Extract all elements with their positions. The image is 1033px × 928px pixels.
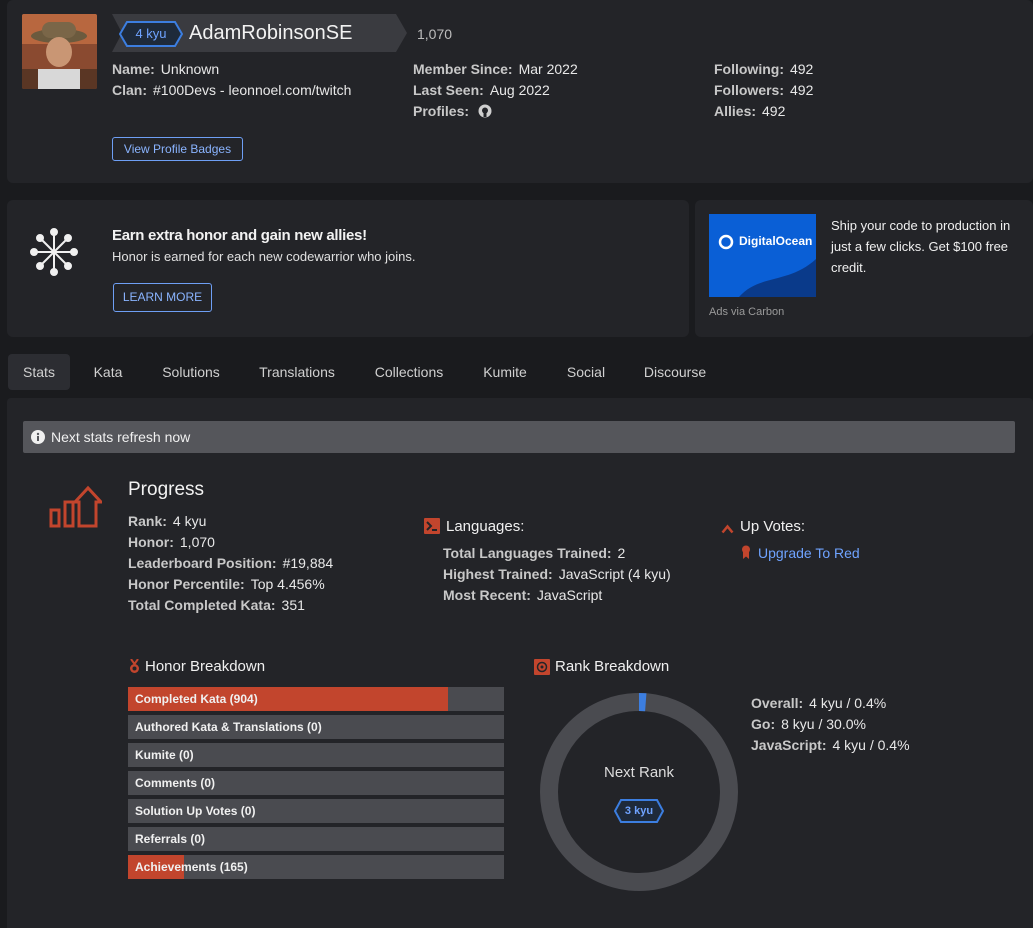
tab-discourse[interactable]: Discourse xyxy=(636,354,714,390)
following-row[interactable]: Following: 492 xyxy=(714,61,813,77)
tab-kumite[interactable]: Kumite xyxy=(474,354,536,390)
tab-translations[interactable]: Translations xyxy=(250,354,344,390)
languages-title: Languages: xyxy=(446,518,525,535)
avatar[interactable] xyxy=(22,14,97,89)
chevron-up-icon xyxy=(721,521,734,534)
honor-bar: Referrals (0) xyxy=(128,827,504,851)
learn-more-button[interactable]: LEARN MORE xyxy=(113,283,212,312)
upgrade-to-red-link[interactable]: Upgrade To Red xyxy=(758,545,860,561)
target-icon xyxy=(534,659,550,675)
username: AdamRobinsonSE xyxy=(189,22,353,44)
honor-bar: Completed Kata (904) xyxy=(128,687,504,711)
progress-chart-icon xyxy=(48,484,105,530)
ad-brand: DigitalOcean xyxy=(739,234,813,248)
tab-stats[interactable]: Stats xyxy=(8,354,70,390)
honor-bar: Achievements (165) xyxy=(128,855,504,879)
refresh-notice-text: Next stats refresh now xyxy=(51,429,191,445)
honor-bar: Solution Up Votes (0) xyxy=(128,799,504,823)
honor-breakdown-title: Honor Breakdown xyxy=(145,658,266,675)
honor-bar-label: Completed Kata (904) xyxy=(135,692,258,706)
honor-bar: Authored Kata & Translations (0) xyxy=(128,715,504,739)
ad-image[interactable] xyxy=(709,214,816,297)
last-seen-row: Last Seen: Aug 2022 xyxy=(413,82,550,98)
github-icon[interactable] xyxy=(478,104,492,118)
followers-row[interactable]: Followers: 492 xyxy=(714,82,813,98)
rank-row: Rank: 4 kyu xyxy=(128,513,207,529)
rank-badge-label: 4 kyu xyxy=(135,26,167,41)
allies-row[interactable]: Allies: 492 xyxy=(714,103,785,119)
honor-bar-label: Referrals (0) xyxy=(135,832,206,846)
javascript-rank-row: JavaScript: 4 kyu / 0.4% xyxy=(751,737,910,753)
next-rank-badge-label: 3 kyu xyxy=(624,805,654,817)
ribbon-icon xyxy=(741,545,751,559)
member-since-row: Member Since: Mar 2022 xyxy=(413,61,578,77)
overall-rank-row: Overall: 4 kyu / 0.4% xyxy=(751,695,887,711)
promo-title: Earn extra honor and gain new allies! xyxy=(112,227,367,244)
medal-icon xyxy=(129,658,140,674)
honor-bar-label: Authored Kata & Translations (0) xyxy=(135,720,322,734)
most-recent-row: Most Recent: JavaScript xyxy=(443,587,603,603)
total-languages-row: Total Languages Trained: 2 xyxy=(443,545,626,561)
ad-text[interactable]: Ship your code to production in just a f… xyxy=(831,215,1021,278)
tab-social[interactable]: Social xyxy=(558,354,614,390)
donut-track xyxy=(540,693,738,891)
honor-bar-label: Achievements (165) xyxy=(135,860,248,874)
highest-trained-row: Highest Trained: JavaScript (4 kyu) xyxy=(443,566,671,582)
go-rank-row: Go: 8 kyu / 30.0% xyxy=(751,716,866,732)
honor-row: Honor: 1,070 xyxy=(128,534,215,550)
rank-breakdown-title: Rank Breakdown xyxy=(555,658,670,675)
name-row: Name: Unknown xyxy=(112,61,220,77)
clan-row: Clan: #100Devs - leonnoel.com/twitch xyxy=(112,82,352,98)
honor-bar: Kumite (0) xyxy=(128,743,504,767)
honor-score: 1,070 xyxy=(417,26,453,42)
upvotes-title: Up Votes: xyxy=(740,518,806,535)
tab-kata[interactable]: Kata xyxy=(84,354,132,390)
promo-subtitle: Honor is earned for each new codewarrior… xyxy=(112,249,416,264)
ad-footer[interactable]: Ads via Carbon xyxy=(709,306,784,318)
completed-kata-row: Total Completed Kata: 351 xyxy=(128,597,305,613)
progress-title: Progress xyxy=(128,479,205,500)
honor-bar-label: Kumite (0) xyxy=(135,748,194,762)
rank-donut xyxy=(538,691,740,893)
honor-bar-label: Solution Up Votes (0) xyxy=(135,804,256,818)
honor-bar: Comments (0) xyxy=(128,771,504,795)
tab-collections[interactable]: Collections xyxy=(366,354,452,390)
tab-solutions[interactable]: Solutions xyxy=(154,354,228,390)
honor-bar-label: Comments (0) xyxy=(135,776,216,790)
promo-panel xyxy=(7,200,689,337)
info-icon xyxy=(31,430,45,444)
view-profile-badges-button[interactable]: View Profile Badges xyxy=(112,137,243,161)
percentile-row: Honor Percentile: Top 4.456% xyxy=(128,576,325,592)
next-rank-label: Next Rank xyxy=(603,764,675,781)
network-icon xyxy=(30,228,78,276)
leaderboard-row: Leaderboard Position: #19,884 xyxy=(128,555,334,571)
profiles-row: Profiles: xyxy=(413,103,470,119)
terminal-icon xyxy=(424,518,440,534)
